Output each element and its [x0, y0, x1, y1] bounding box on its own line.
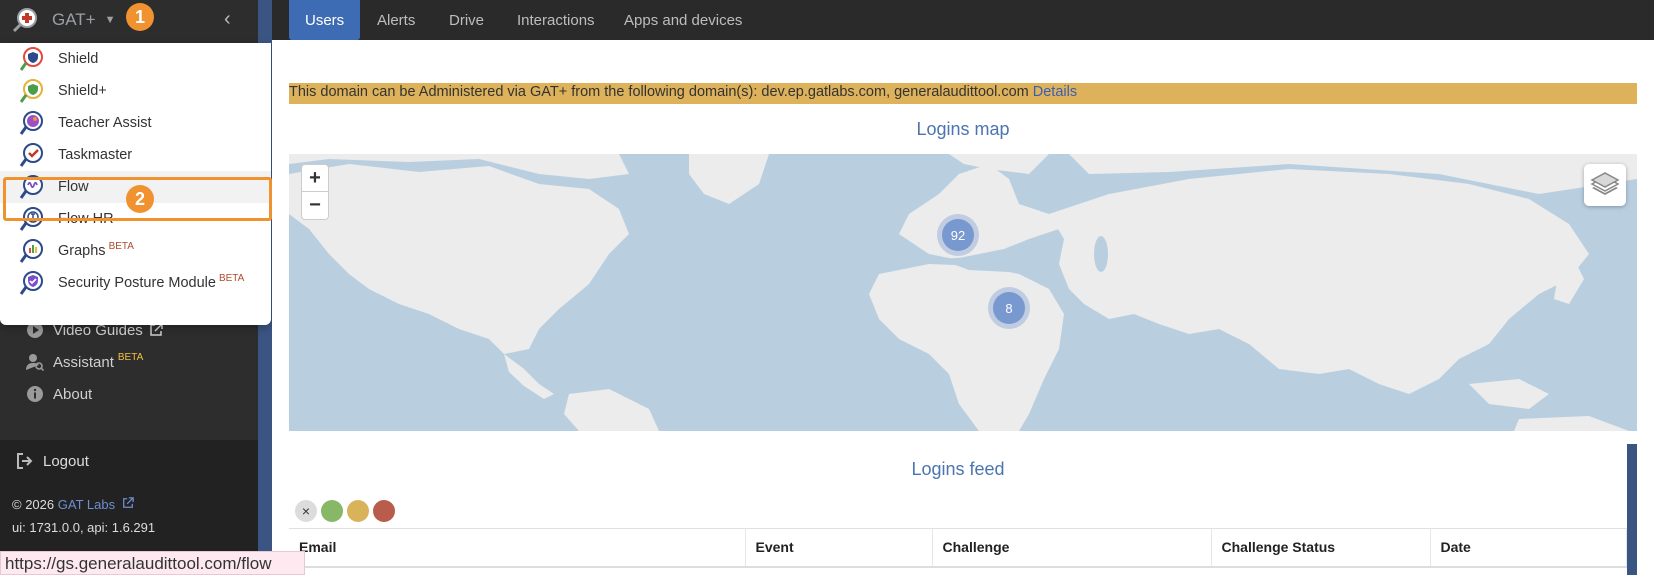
layers-icon	[1590, 172, 1620, 195]
step-badge-2: 2	[126, 185, 154, 213]
logout-label: Logout	[43, 452, 89, 470]
world-map-icon	[289, 154, 1637, 431]
menu-item-security-posture-module[interactable]: Security Posture Module BETA	[0, 267, 271, 299]
step-badge-1: 1	[126, 3, 154, 31]
beta-badge: BETA	[218, 272, 245, 284]
cluster-count: 92	[942, 219, 974, 251]
collapse-sidebar-icon[interactable]: ‹	[224, 8, 231, 31]
user-search-icon	[26, 354, 44, 371]
column-challenge[interactable]: Challenge	[932, 528, 1212, 568]
caret-down-icon: ▼	[104, 14, 116, 26]
info-circle-icon	[27, 386, 43, 402]
admin-domain-banner: This domain can be Administered via GAT+…	[289, 83, 1637, 104]
filter-yellow-button[interactable]	[347, 500, 369, 522]
version-info: ui: 1731.0.0, api: 1.6.291	[12, 520, 156, 535]
banner-text: This domain can be Administered via GAT+…	[289, 84, 1029, 100]
shield-icon	[20, 47, 43, 71]
menu-item-shield[interactable]: Shield	[0, 43, 271, 75]
menu-item-taskmaster[interactable]: Taskmaster	[0, 139, 271, 171]
external-link-icon	[150, 323, 163, 336]
filter-red-button[interactable]	[373, 500, 395, 522]
menu-item-label: Teacher Assist	[58, 115, 152, 131]
logout-button[interactable]: Logout	[16, 452, 89, 470]
menu-item-label: Graphs	[58, 243, 106, 259]
tab-apps-and-devices[interactable]: Apps and devices	[608, 0, 758, 40]
column-email[interactable]: Email	[289, 528, 746, 568]
tab-users[interactable]: Users	[289, 0, 361, 40]
sidebar-item-assistant[interactable]: Assistant BETA	[26, 351, 144, 371]
app-name: GAT+	[52, 10, 96, 29]
logins-feed-table: Email Event Challenge Challenge Status D…	[289, 528, 1627, 568]
zoom-in-button[interactable]: +	[301, 164, 329, 192]
tab-alerts[interactable]: Alerts	[361, 0, 431, 40]
feed-title: Logins feed	[911, 459, 1005, 479]
cluster-count: 8	[993, 292, 1025, 324]
logins-map[interactable]: + − 92 8	[289, 154, 1637, 431]
status-bar-url: https://gs.generalaudittool.com/flow	[0, 551, 305, 575]
sign-out-icon	[17, 453, 33, 469]
details-link[interactable]: Details	[1033, 84, 1077, 100]
copyright: © 2026 GAT Labs	[12, 497, 134, 512]
menu-item-label: Taskmaster	[58, 147, 133, 163]
map-cluster[interactable]: 92	[937, 214, 979, 256]
taskmaster-icon	[20, 143, 43, 167]
map-cluster[interactable]: 8	[988, 287, 1030, 329]
graphs-icon	[20, 239, 43, 263]
menu-item-label: Security Posture Module	[58, 275, 216, 291]
sidebar-item-about[interactable]: About	[26, 385, 92, 403]
teacher-assist-icon	[20, 111, 43, 135]
assistant-label: Assistant	[53, 353, 114, 371]
tab-interactions[interactable]: Interactions	[501, 0, 611, 40]
about-label: About	[53, 385, 93, 403]
filter-green-button[interactable]	[321, 500, 343, 522]
table-header-row: Email Event Challenge Challenge Status D…	[289, 528, 1627, 568]
shield-plus-icon	[20, 79, 43, 103]
external-link-icon	[122, 497, 134, 508]
beta-badge: BETA	[108, 240, 134, 252]
menu-item-graphs[interactable]: Graphs BETA	[0, 235, 271, 267]
menu-item-shield-plus[interactable]: Shield+	[0, 75, 271, 107]
zoom-out-button[interactable]: −	[301, 192, 329, 220]
menu-item-label: Shield	[58, 51, 99, 67]
map-layers-button[interactable]	[1584, 164, 1626, 206]
menu-item-label: Shield+	[58, 83, 107, 99]
top-nav: Users Alerts Drive Interactions Apps and…	[272, 0, 1654, 40]
copyright-prefix: © 2026	[12, 497, 55, 512]
gat-labs-link[interactable]: GAT Labs	[58, 497, 115, 512]
security-posture-icon	[20, 271, 43, 295]
beta-badge: BETA	[117, 351, 144, 363]
clear-filter-button[interactable]: ×	[295, 500, 317, 522]
column-event[interactable]: Event	[745, 528, 933, 568]
column-challenge-status[interactable]: Challenge Status	[1211, 528, 1431, 568]
gat-logo-icon	[12, 8, 37, 33]
logins-map-card: Logins map + − 92 8	[289, 104, 1637, 431]
tab-drive[interactable]: Drive	[433, 0, 500, 40]
column-date[interactable]: Date	[1430, 528, 1627, 568]
logins-feed-card: Logins feed × Email Event Challenge Chal…	[289, 444, 1637, 575]
menu-item-teacher-assist[interactable]: Teacher Assist	[0, 107, 271, 139]
map-title: Logins map	[916, 119, 1010, 139]
